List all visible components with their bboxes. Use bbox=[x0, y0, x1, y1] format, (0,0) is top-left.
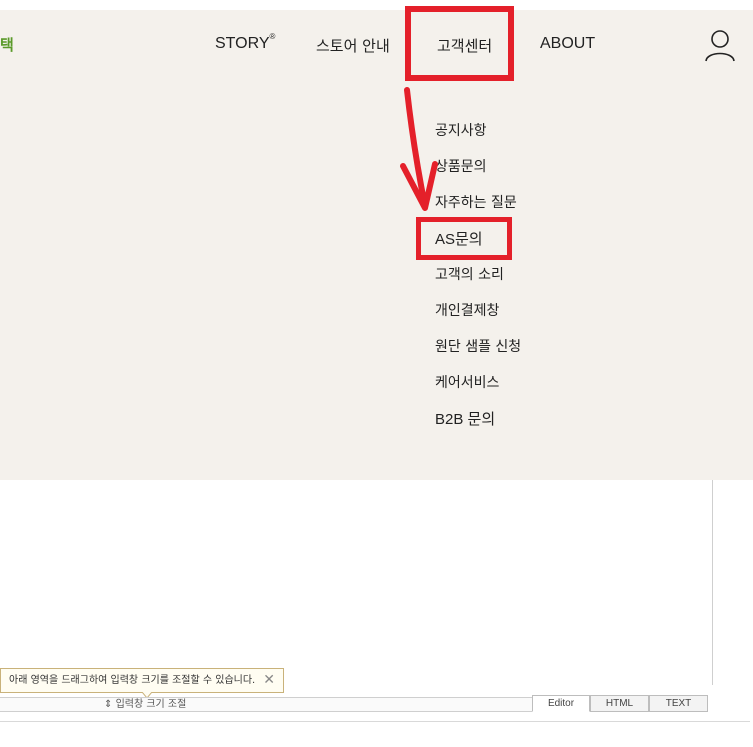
editor-mode-tabs: Editor HTML TEXT bbox=[532, 695, 708, 712]
submenu-item-personal-payment[interactable]: 개인결제창 bbox=[435, 300, 521, 336]
submenu-item-fabric-sample[interactable]: 원단 샘플 신청 bbox=[435, 336, 521, 372]
red-arrow-annotation bbox=[400, 87, 438, 211]
tooltip-text: 아래 영역을 드래그하여 입력창 크기를 조절할 수 있습니다. bbox=[9, 675, 256, 686]
nav-about[interactable]: ABOUT bbox=[540, 35, 595, 53]
submenu-item-b2b-inquiry[interactable]: B2B 문의 bbox=[435, 408, 521, 444]
highlight-box-customer-center bbox=[405, 6, 514, 81]
submenu-item-customer-voice[interactable]: 고객의 소리 bbox=[435, 264, 521, 300]
resize-handle[interactable]: ⇕ 입력창 크기 조절 bbox=[0, 697, 532, 712]
customer-center-dropdown: 공지사항 상품문의 자주하는 질문 AS문의 고객의 소리 개인결제창 원단 샘… bbox=[0, 82, 753, 480]
nav-store-info[interactable]: 스토어 안내 bbox=[316, 35, 390, 56]
tab-text[interactable]: TEXT bbox=[649, 695, 708, 712]
editor-content-area[interactable] bbox=[0, 480, 713, 685]
nav-story-label: STORY bbox=[215, 35, 270, 52]
resize-label: ⇕ 입력창 크기 조절 bbox=[104, 698, 186, 711]
user-icon[interactable] bbox=[703, 28, 737, 64]
tab-html[interactable]: HTML bbox=[590, 695, 649, 712]
resize-tooltip: 아래 영역을 드래그하여 입력창 크기를 조절할 수 있습니다. ✕ bbox=[0, 668, 284, 693]
tab-editor[interactable]: Editor bbox=[532, 695, 590, 712]
registered-mark: ® bbox=[269, 32, 276, 41]
nav-story[interactable]: STORY® bbox=[215, 32, 276, 53]
divider bbox=[0, 721, 750, 722]
resize-label-text: 입력창 크기 조절 bbox=[115, 699, 187, 710]
submenu-item-care-service[interactable]: 케어서비스 bbox=[435, 372, 521, 408]
resize-icon: ⇕ bbox=[104, 699, 113, 710]
brand-logo-fragment[interactable]: 택 bbox=[0, 34, 14, 55]
top-strip bbox=[0, 0, 753, 10]
highlight-box-as-inquiry bbox=[416, 217, 512, 260]
site-header: 택 STORY® 스토어 안내 고객센터 ABOUT bbox=[0, 10, 753, 82]
close-icon[interactable]: ✕ bbox=[263, 669, 275, 692]
